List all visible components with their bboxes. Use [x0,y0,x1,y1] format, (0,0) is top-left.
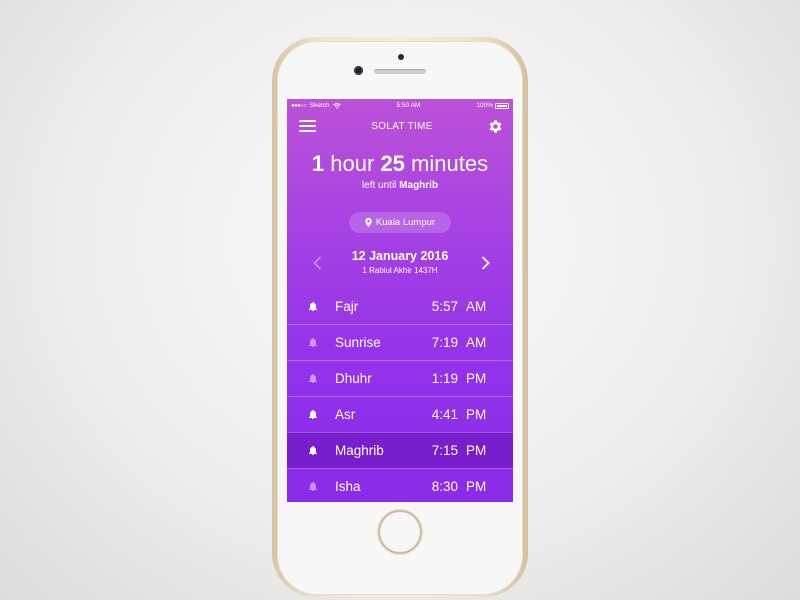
bell-icon[interactable] [309,482,321,491]
prayer-row-asr[interactable]: Asr 4:41 PM [287,396,513,432]
prayer-name: Maghrib [335,443,384,458]
prayer-row-sunrise[interactable]: Sunrise 7:19 AM [287,324,513,360]
map-pin-icon [365,218,372,227]
countdown-display: 1 hour 25 minutes [287,151,513,177]
countdown-minutes: 25 [380,151,405,176]
prayer-time: 1:19 [431,371,458,386]
countdown-subtitle: left until Maghrib [287,180,513,191]
wifi-icon [332,102,341,109]
prayer-period: PM [466,479,487,494]
prayer-period: PM [466,371,487,386]
chevron-right-icon [481,256,490,270]
prayer-name: Fajr [335,298,359,314]
countdown-subtitle-prefix: left until [361,180,397,191]
front-camera [354,66,363,75]
prayer-time: 7:19 [431,335,458,350]
page-title: SOLAT TIME [371,120,433,132]
status-bar: ●●●○○ Sketch 5:50 AM 100% [287,99,513,112]
prayer-row-maghrib[interactable]: Maghrib 7:15 PM [287,432,513,468]
prayer-name: Sunrise [335,335,381,350]
prayer-period: AM [466,298,487,314]
prayer-time: 8:30 [431,479,458,494]
date-navigator: 12 January 2016 1 Rabiul Akhir 1437H [287,246,513,280]
front-sensor [398,54,404,60]
home-button[interactable] [378,510,422,554]
prayer-name: Isha [335,479,361,494]
prayer-row-isha[interactable]: Isha 8:30 PM [287,468,513,502]
bell-icon[interactable] [309,374,321,383]
next-prayer-name: Maghrib [399,180,439,191]
nav-bar: SOLAT TIME [287,112,513,140]
prayer-time: 5:57 [431,298,458,314]
carrier-label: Sketch [309,102,330,109]
prayer-row-fajr[interactable]: Fajr 5:57 AM [287,288,513,324]
prayer-time: 4:41 [431,407,458,422]
prayer-name: Dhuhr [335,371,372,386]
menu-icon[interactable] [299,120,316,132]
location-button[interactable]: Kuala Lumpur [349,212,451,233]
status-time: 5:50 AM [396,102,421,109]
countdown-minutes-unit: minutes [411,151,489,176]
prayer-period: AM [466,335,487,350]
prayer-time: 7:15 [431,443,458,458]
prayer-period: PM [466,443,487,458]
battery-icon [494,102,509,109]
app-screen: ●●●○○ Sketch 5:50 AM 100% SOLAT TIME 1 h… [287,99,513,502]
bell-icon[interactable] [309,446,321,455]
earpiece [374,69,426,74]
prayer-name: Asr [335,407,356,422]
next-day-button[interactable] [475,253,495,273]
bell-icon[interactable] [309,301,321,311]
prayer-row-dhuhr[interactable]: Dhuhr 1:19 PM [287,360,513,396]
signal-icon: ●●●○○ [291,102,307,109]
prayer-period: PM [466,407,487,422]
prayer-times-list: Fajr 5:57 AM Sunrise 7:19 AM Dhuhr 1:19 … [287,288,513,502]
location-name: Kuala Lumpur [375,217,436,228]
bell-icon[interactable] [309,410,321,419]
battery-percent: 100% [476,102,493,109]
bell-icon[interactable] [309,338,321,347]
countdown-hours-unit: hour [330,151,375,176]
countdown-hours: 1 [311,151,325,176]
gear-icon[interactable] [488,119,503,134]
